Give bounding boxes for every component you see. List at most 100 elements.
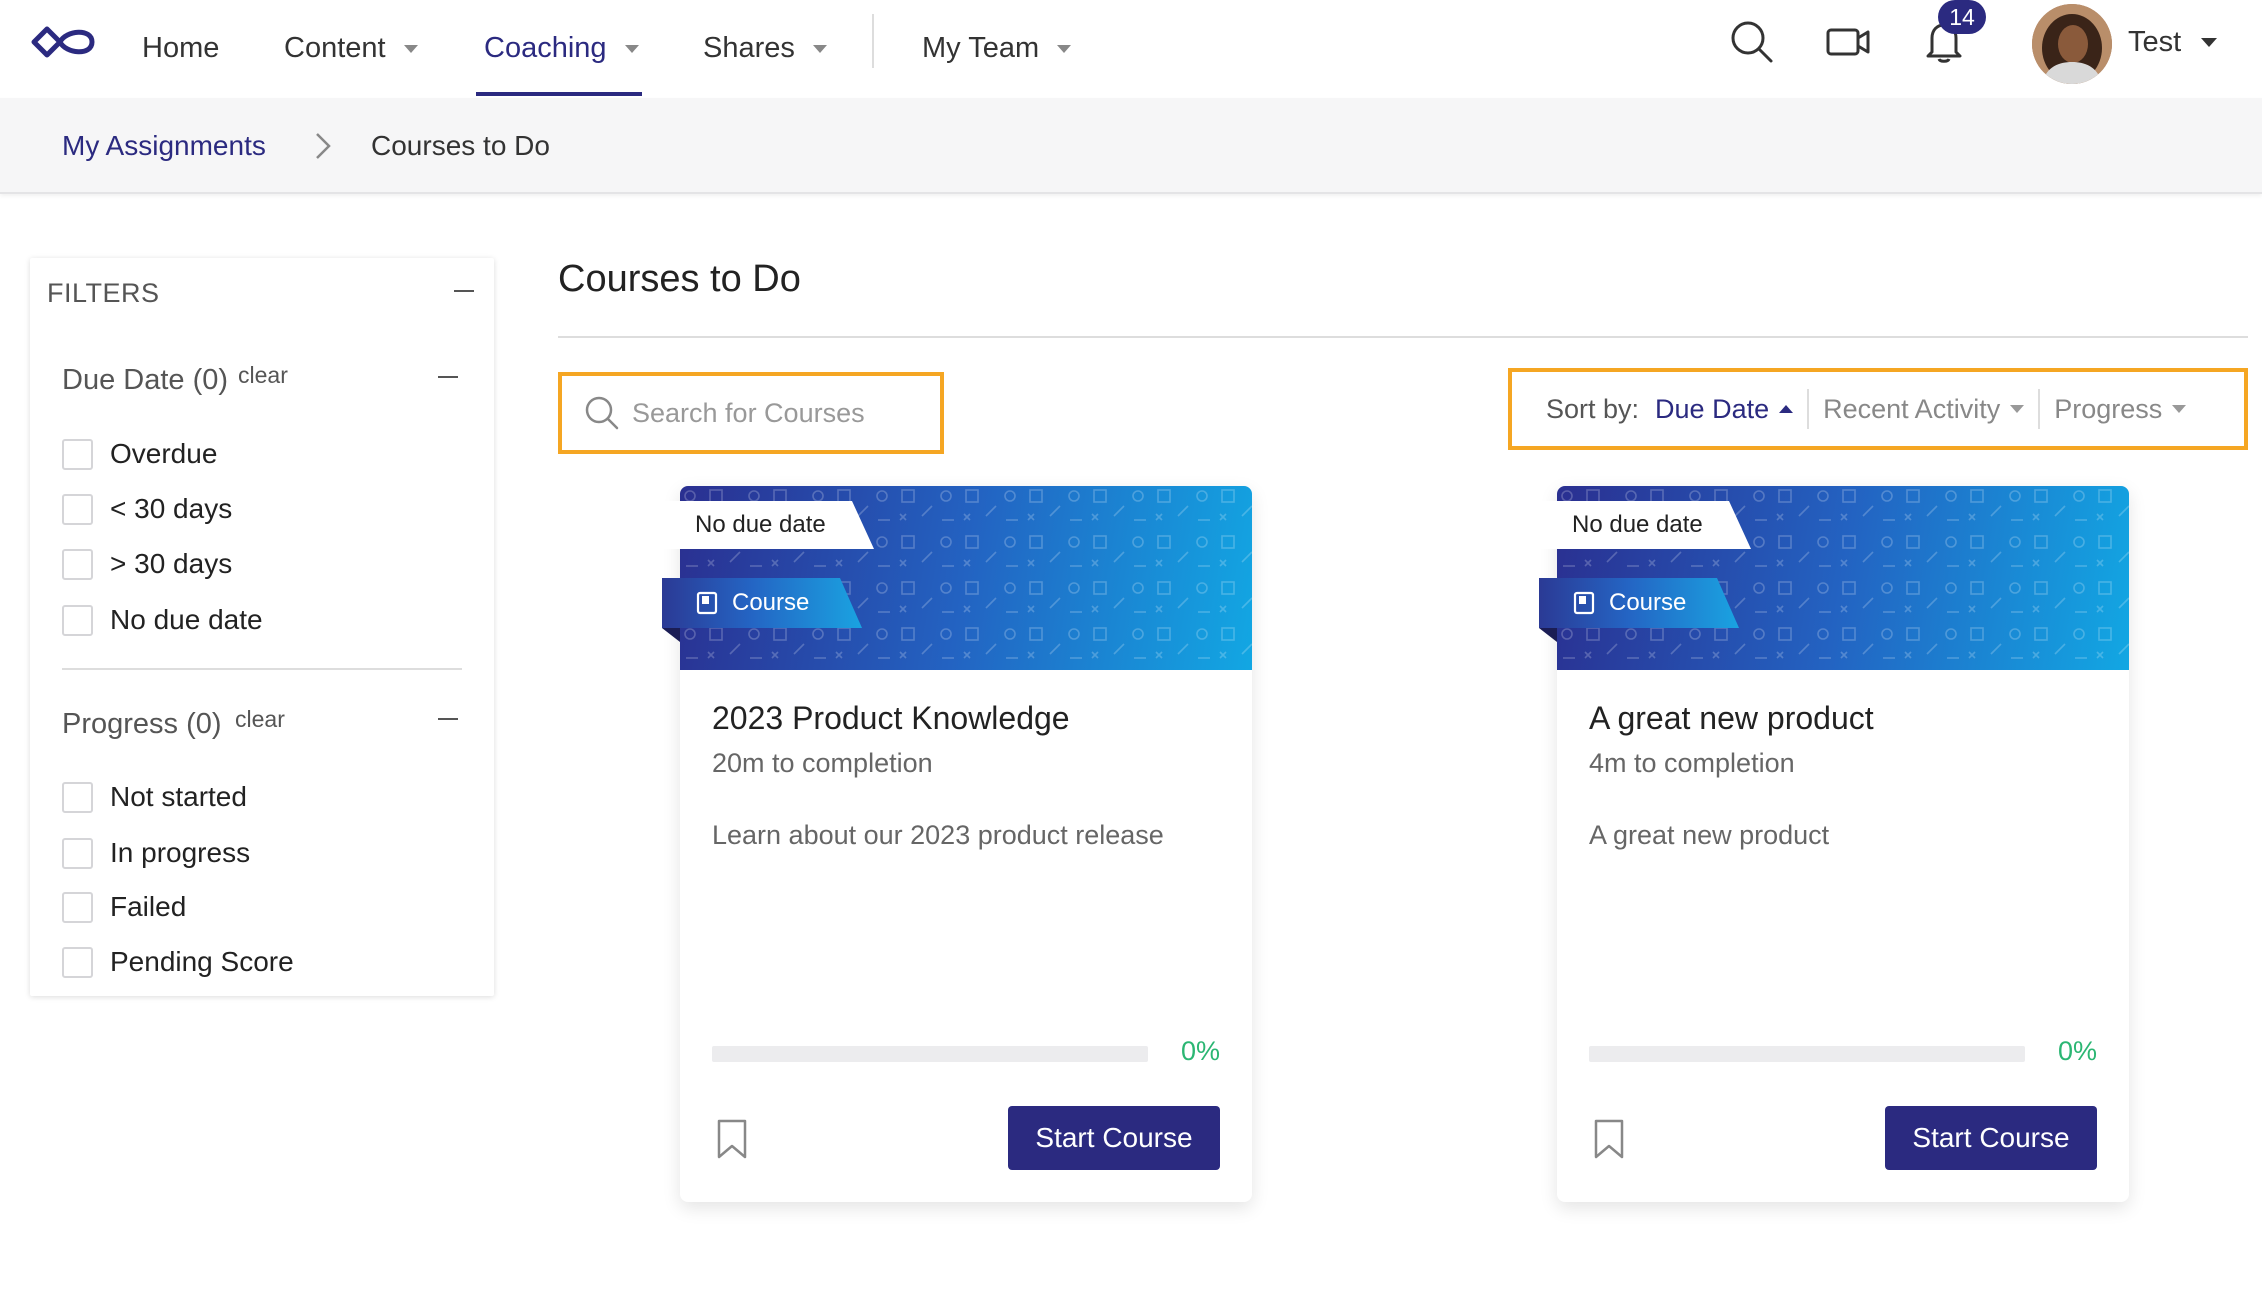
filter-pending-score[interactable]: Pending Score — [62, 944, 294, 980]
notification-badge: 14 — [1938, 0, 1986, 34]
nav-content-label: Content — [284, 31, 386, 64]
chevron-right-icon — [316, 133, 331, 159]
sort-ascending-icon — [1779, 405, 1794, 413]
course-description: A great new product — [1589, 820, 1830, 850]
due-date-tag: No due date — [662, 501, 874, 549]
course-type-tag: Course — [1539, 578, 1739, 628]
filter-no-due-date[interactable]: No due date — [62, 602, 263, 638]
breadcrumb: My Assignments Courses to Do — [0, 98, 2262, 194]
start-course-button[interactable]: Start Course — [1008, 1106, 1220, 1170]
search-box[interactable] — [558, 372, 944, 454]
nav-my-team[interactable]: My Team — [922, 0, 1072, 96]
bookmark-icon[interactable] — [1593, 1118, 1625, 1160]
tag-fold — [662, 628, 680, 642]
logo-infinity-icon[interactable] — [30, 22, 96, 62]
filters-title: FILTERS — [47, 278, 160, 308]
course-card[interactable]: No due date Course 2023 Product Knowledg… — [662, 486, 1252, 1202]
filter-more-30-days[interactable]: > 30 days — [62, 546, 232, 582]
chevron-down-icon — [403, 45, 418, 53]
breadcrumb-my-assignments[interactable]: My Assignments — [62, 98, 266, 194]
course-title[interactable]: 2023 Product Knowledge — [712, 700, 1070, 737]
nav-home[interactable]: Home — [142, 0, 219, 96]
bookmark-icon[interactable] — [716, 1118, 748, 1160]
sort-option-label: Recent Activity — [1823, 393, 2001, 424]
nav-content[interactable]: Content — [284, 0, 418, 96]
chevron-down-icon — [2010, 405, 2025, 413]
due-date-title: Due Date (0) — [62, 364, 229, 396]
collapse-progress-icon[interactable] — [438, 718, 458, 720]
nav-coaching-label: Coaching — [484, 31, 607, 64]
video-camera-icon[interactable] — [1824, 18, 1872, 66]
progress-clear[interactable]: clear — [235, 706, 285, 733]
filter-label: Overdue — [110, 438, 218, 469]
checkbox[interactable] — [62, 837, 93, 869]
collapse-due-date-icon[interactable] — [438, 376, 458, 378]
course-type-label: Course — [732, 589, 810, 616]
checkbox[interactable] — [62, 604, 93, 636]
filters-panel: FILTERS Due Date (0) clear Overdue < 30 … — [30, 258, 494, 996]
sort-label: Sort by: — [1546, 393, 1640, 424]
filter-overdue[interactable]: Overdue — [62, 436, 217, 472]
nav-shares-label: Shares — [703, 31, 795, 64]
checkbox[interactable] — [62, 548, 93, 580]
nav-divider — [872, 14, 874, 68]
nav-my-team-label: My Team — [922, 31, 1040, 64]
sort-option-label: Progress — [2054, 393, 2163, 424]
page-title: Courses to Do — [558, 258, 801, 300]
chevron-down-icon — [2172, 405, 2187, 413]
filter-label: No due date — [110, 604, 263, 635]
user-menu[interactable]: Test — [2128, 0, 2218, 84]
sort-divider — [1807, 389, 1810, 429]
filter-in-progress[interactable]: In progress — [62, 835, 250, 871]
due-date-label: No due date — [695, 511, 826, 538]
checkbox[interactable] — [62, 946, 93, 978]
sort-progress[interactable]: Progress — [2054, 389, 2187, 429]
progress-percent: 0% — [1180, 1036, 1220, 1066]
course-type-label: Course — [1609, 589, 1687, 616]
chevron-down-icon — [812, 45, 827, 53]
top-navigation: Home Content Coaching Shares My Team 14 … — [0, 0, 2262, 98]
checkbox[interactable] — [62, 438, 93, 470]
search-icon[interactable] — [1728, 18, 1776, 66]
sort-divider — [2038, 389, 2041, 429]
course-type-tag: Course — [662, 578, 862, 628]
filter-label: Failed — [110, 891, 187, 922]
nav-home-label: Home — [142, 31, 220, 64]
course-title[interactable]: A great new product — [1589, 700, 1874, 737]
active-nav-indicator — [476, 92, 642, 96]
collapse-filters-icon[interactable] — [454, 290, 474, 292]
checkbox[interactable] — [62, 891, 93, 923]
progress-bar — [1589, 1046, 2025, 1062]
search-input[interactable] — [632, 397, 932, 429]
progress-percent: 0% — [2057, 1036, 2097, 1066]
title-divider — [558, 336, 2248, 338]
nav-shares[interactable]: Shares — [703, 0, 827, 96]
filter-not-started[interactable]: Not started — [62, 779, 247, 815]
chevron-down-icon — [624, 45, 639, 53]
filter-failed[interactable]: Failed — [62, 889, 186, 925]
filter-less-30-days[interactable]: < 30 days — [62, 491, 232, 527]
sort-due-date[interactable]: Due Date — [1655, 389, 1794, 429]
due-date-clear[interactable]: clear — [238, 362, 288, 389]
course-duration: 20m to completion — [712, 748, 933, 778]
sort-recent-activity[interactable]: Recent Activity — [1823, 389, 2025, 429]
checkbox[interactable] — [62, 493, 93, 525]
due-date-label: No due date — [1572, 511, 1703, 538]
user-name-label: Test — [2128, 25, 2182, 58]
book-icon — [1573, 591, 1595, 615]
filter-label: < 30 days — [110, 493, 233, 524]
chevron-down-icon — [1057, 45, 1072, 53]
avatar[interactable] — [2032, 4, 2112, 84]
filter-label: Pending Score — [110, 946, 294, 977]
filters-divider — [62, 668, 462, 670]
tag-fold — [1539, 628, 1557, 642]
course-card[interactable]: No due date Course A great new product 4… — [1539, 486, 2129, 1202]
sort-bar: Sort by: Due Date Recent Activity Progre… — [1508, 368, 2248, 450]
progress-title: Progress (0) — [62, 708, 222, 740]
checkbox[interactable] — [62, 781, 93, 813]
progress-bar — [712, 1046, 1148, 1062]
book-icon — [696, 591, 718, 615]
start-course-button[interactable]: Start Course — [1885, 1106, 2097, 1170]
nav-coaching[interactable]: Coaching — [484, 0, 639, 96]
course-duration: 4m to completion — [1589, 748, 1795, 778]
